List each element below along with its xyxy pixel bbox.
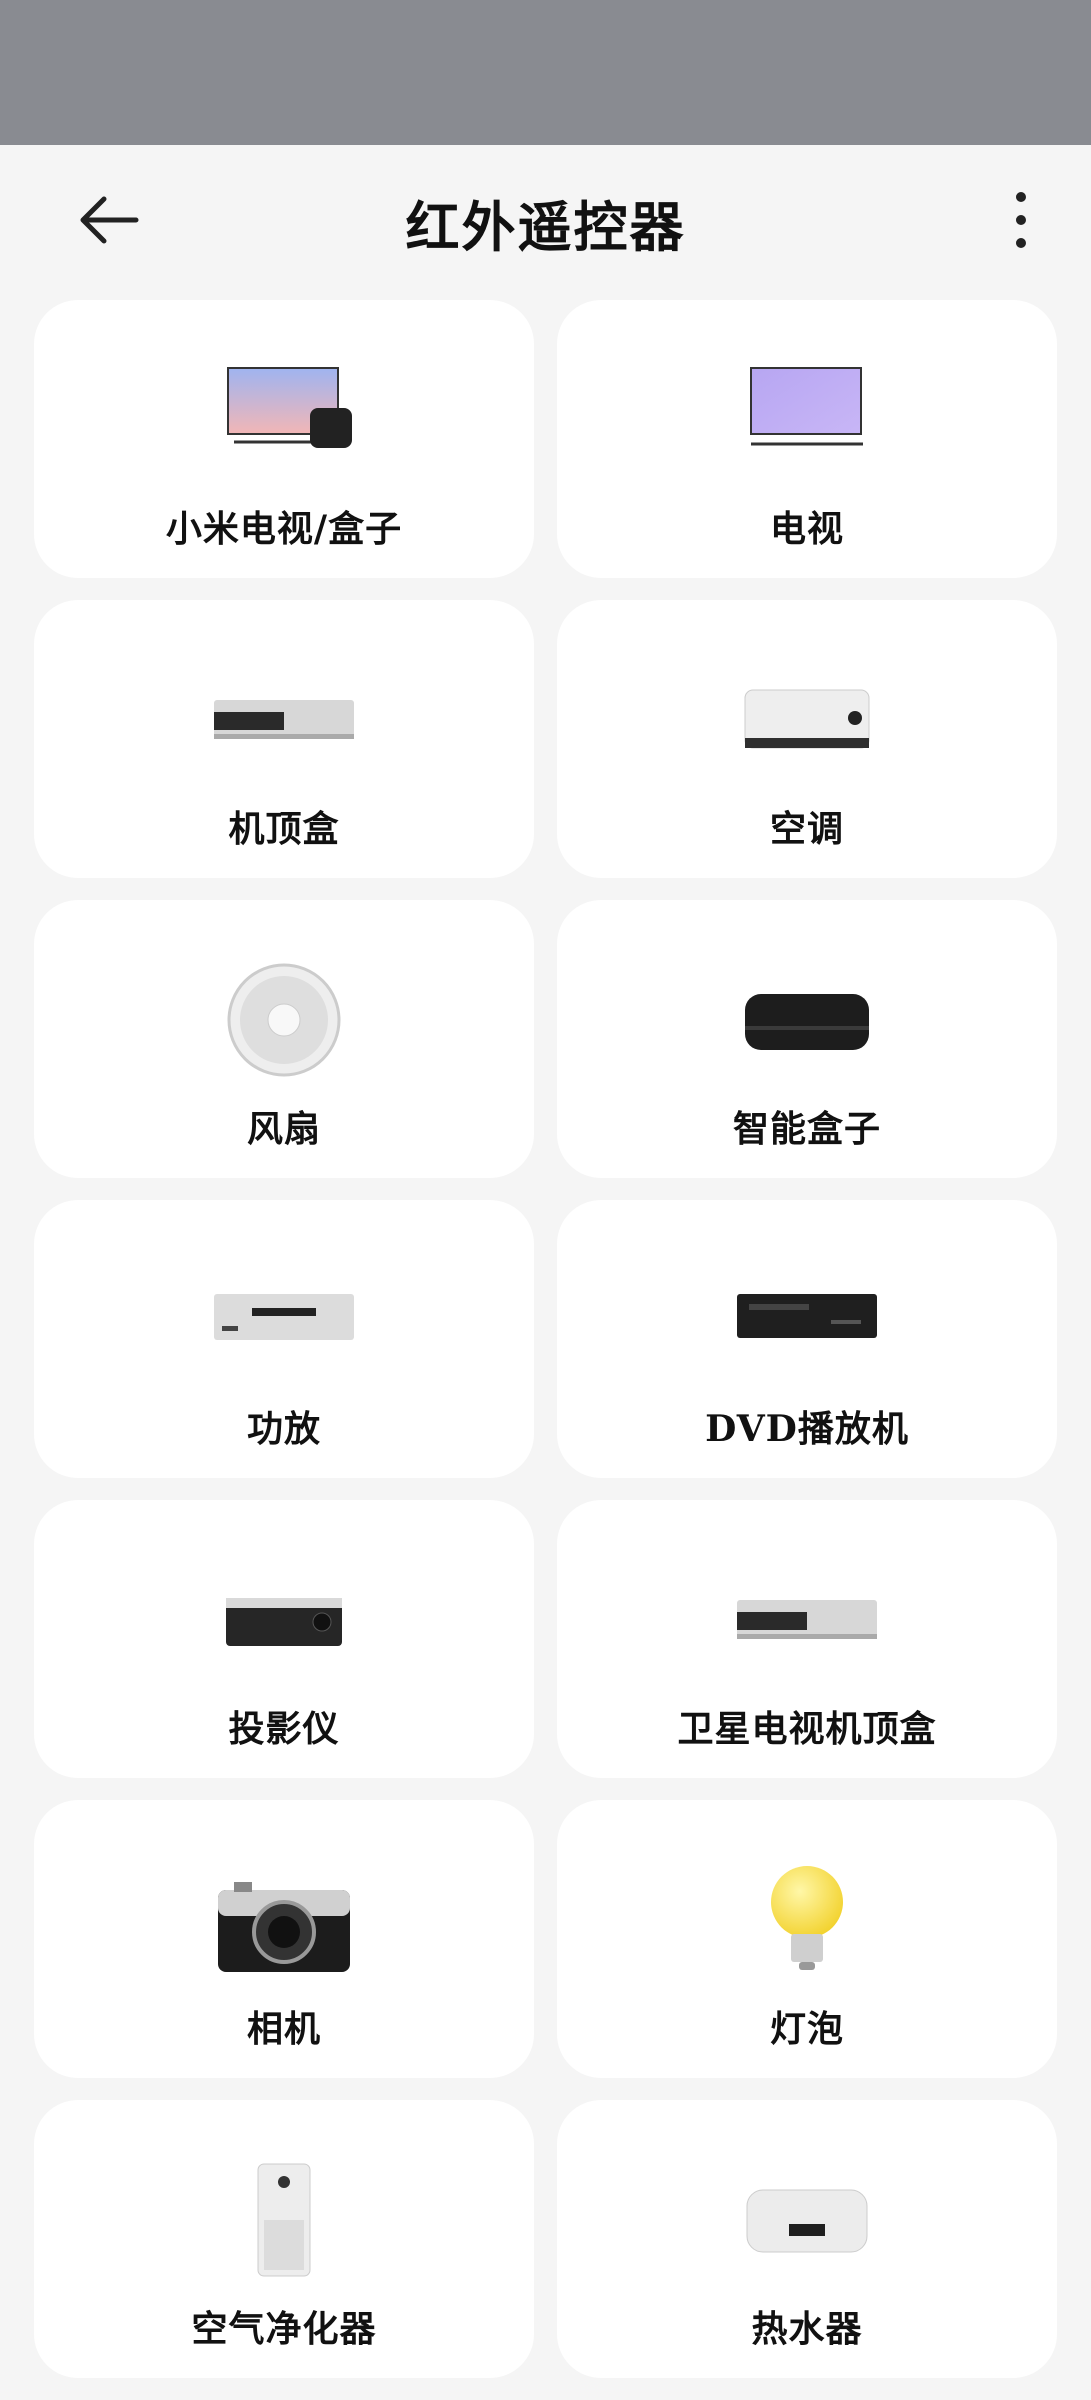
air-conditioner-icon bbox=[744, 689, 870, 749]
device-label: 电视 bbox=[769, 508, 844, 550]
device-card-light-bulb[interactable]: 灯泡 bbox=[557, 1800, 1057, 2078]
dvd-player-icon bbox=[737, 1294, 877, 1338]
device-card-fan[interactable]: 风扇 bbox=[34, 900, 534, 1178]
device-label: DVD播放机 bbox=[705, 1408, 909, 1450]
device-card-smart-box[interactable]: 智能盒子 bbox=[557, 900, 1057, 1178]
device-card-tv[interactable]: 电视 bbox=[557, 300, 1057, 578]
device-label: 投影仪 bbox=[228, 1708, 340, 1750]
device-card-air-purifier[interactable]: 空气净化器 bbox=[34, 2100, 534, 2378]
device-card-set-top-box[interactable]: 机顶盒 bbox=[34, 600, 534, 878]
set-top-box-icon bbox=[214, 700, 354, 739]
light-bulb-icon bbox=[771, 1866, 843, 1970]
device-label: 小米电视/盒子 bbox=[165, 508, 403, 550]
tv-box-icon bbox=[227, 367, 352, 448]
device-card-xiaomi-tv-box[interactable]: 小米电视/盒子 bbox=[34, 300, 534, 578]
device-card-camera[interactable]: 相机 bbox=[34, 1800, 534, 2078]
device-label: 风扇 bbox=[246, 1108, 321, 1150]
fan-icon bbox=[227, 963, 341, 1077]
air-purifier-icon bbox=[257, 2163, 311, 2277]
device-card-water-heater[interactable]: 热水器 bbox=[557, 2100, 1057, 2378]
device-label: 空调 bbox=[769, 808, 844, 850]
device-label: 空气净化器 bbox=[191, 2308, 377, 2350]
water-heater-icon bbox=[746, 2189, 868, 2253]
tv-icon bbox=[750, 367, 863, 446]
amplifier-icon bbox=[214, 1294, 354, 1340]
device-label: 智能盒子 bbox=[732, 1108, 881, 1150]
device-label: 卫星电视机顶盒 bbox=[677, 1708, 937, 1750]
status-bar bbox=[0, 0, 1091, 145]
camera-icon bbox=[218, 1882, 350, 1972]
app-bar: 红外遥控器 bbox=[0, 145, 1091, 295]
more-vertical-icon bbox=[1016, 192, 1026, 248]
device-card-air-conditioner[interactable]: 空调 bbox=[557, 600, 1057, 878]
device-card-projector[interactable]: 投影仪 bbox=[34, 1500, 534, 1778]
device-card-satellite-box[interactable]: 卫星电视机顶盒 bbox=[557, 1500, 1057, 1778]
more-options-button[interactable] bbox=[991, 185, 1051, 255]
satellite-box-icon bbox=[737, 1600, 877, 1639]
device-label: 功放 bbox=[246, 1408, 321, 1450]
device-card-dvd-player[interactable]: DVD播放机 bbox=[557, 1200, 1057, 1478]
smart-box-icon bbox=[745, 994, 869, 1050]
projector-icon bbox=[226, 1598, 342, 1646]
device-label: 机顶盒 bbox=[228, 808, 340, 850]
device-label: 相机 bbox=[246, 2008, 321, 2050]
device-card-amplifier[interactable]: 功放 bbox=[34, 1200, 534, 1478]
device-label: 灯泡 bbox=[769, 2008, 844, 2050]
page-title: 红外遥控器 bbox=[405, 195, 686, 259]
device-label: 热水器 bbox=[751, 2308, 863, 2350]
